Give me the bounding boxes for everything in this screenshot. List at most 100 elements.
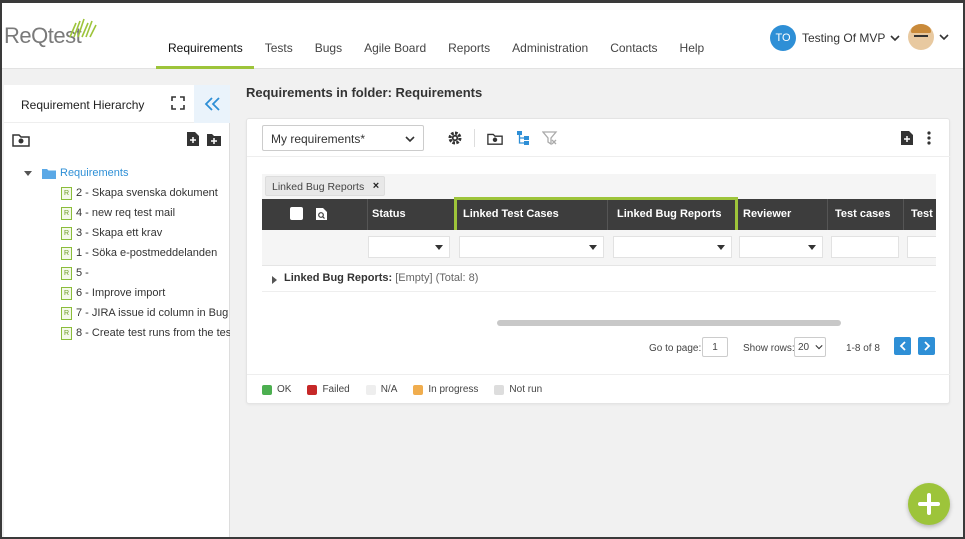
project-switcher[interactable]: TO Testing Of MVP <box>770 25 900 51</box>
tree-item-label: 1 - Söka e-postmeddelanden <box>76 247 218 259</box>
caret-down-icon[interactable] <box>24 169 32 177</box>
go-to-page-label: Go to page: <box>649 343 702 354</box>
next-page-button[interactable] <box>918 337 935 355</box>
tree-item[interactable]: R 5 - <box>24 263 230 283</box>
select-all-checkbox[interactable] <box>290 207 303 220</box>
nav-administration[interactable]: Administration <box>501 3 599 69</box>
column-status[interactable]: Status <box>365 199 456 230</box>
panel-title: Requirement Hierarchy <box>21 98 145 112</box>
legend-swatch <box>365 384 376 395</box>
nav-agile-board[interactable]: Agile Board <box>353 3 437 69</box>
show-rows-label: Show rows: <box>743 343 795 354</box>
tree-item-label: 6 - Improve import <box>76 287 166 299</box>
linked-test-cases-filter[interactable] <box>459 236 604 258</box>
view-select[interactable]: My requirements* <box>262 125 424 151</box>
tree-item[interactable]: R 6 - Improve import <box>24 283 230 303</box>
requirement-icon: R <box>61 286 72 300</box>
legend-swatch <box>494 384 505 395</box>
expand-icon[interactable] <box>170 95 186 111</box>
nav-help[interactable]: Help <box>669 3 716 69</box>
more-vertical-icon[interactable] <box>921 130 937 146</box>
nav-contacts[interactable]: Contacts <box>599 3 668 69</box>
app-window: ReQtest Requirements Tests Bugs Agile Bo… <box>0 0 965 539</box>
legend-ok: OK <box>262 384 291 395</box>
group-total: (Total: 8) <box>435 272 479 284</box>
user-menu[interactable] <box>908 24 949 50</box>
legend-label: In progress <box>428 384 479 395</box>
test-cases-filter[interactable] <box>831 236 899 258</box>
add-folder-icon[interactable] <box>206 131 222 147</box>
previous-page-button[interactable] <box>894 337 911 355</box>
requirement-icon: R <box>61 226 72 240</box>
legend-in-progress: In progress <box>413 384 478 395</box>
linked-bug-reports-filter[interactable] <box>613 236 732 258</box>
requirement-tree: Requirements R 2 - Skapa svenska dokument… <box>24 163 230 343</box>
chevron-down-icon <box>815 345 823 350</box>
gear-icon[interactable] <box>447 130 463 146</box>
logo-mark-icon <box>69 18 97 38</box>
select-column <box>262 199 368 230</box>
tree-item[interactable]: R 8 - Create test runs from the test case <box>24 323 230 343</box>
add-document-icon[interactable] <box>186 131 200 147</box>
grid-header: Status Linked Test Cases Linked Bug Repo… <box>262 199 936 230</box>
status-legend: OK Failed N/A In progress Not run <box>247 374 951 404</box>
project-name: Testing Of MVP <box>802 31 886 45</box>
pagination: Go to page: 1 Show rows: 20 1-8 of 8 <box>247 333 951 363</box>
view-select-value: My requirements <box>271 132 361 146</box>
add-button[interactable] <box>908 483 950 525</box>
collapse-panel-button[interactable] <box>194 85 230 123</box>
tree-item[interactable]: R 4 - new req test mail <box>24 203 230 223</box>
status-filter[interactable] <box>368 236 450 258</box>
requirement-icon: R <box>61 306 72 320</box>
requirement-icon: R <box>61 246 72 260</box>
column-reviewer[interactable]: Reviewer <box>736 199 828 230</box>
rows-per-page-select[interactable]: 20 <box>794 337 826 357</box>
caret-right-icon[interactable] <box>272 276 277 284</box>
tree-item[interactable]: R 2 - Skapa svenska dokument <box>24 183 230 203</box>
column-test-runs[interactable]: Test r <box>904 199 936 230</box>
tree-item[interactable]: R 1 - Söka e-postmeddelanden <box>24 243 230 263</box>
page-range: 1-8 of 8 <box>846 343 880 354</box>
requirement-icon: R <box>61 326 72 340</box>
legend-label: N/A <box>380 384 398 395</box>
rows-per-page-value: 20 <box>798 342 810 353</box>
group-chip[interactable]: Linked Bug Reports × <box>265 176 386 196</box>
nav-tests[interactable]: Tests <box>254 3 304 69</box>
chevron-down-icon <box>890 35 900 42</box>
user-avatar <box>908 24 934 50</box>
folder-settings-icon[interactable] <box>12 131 30 147</box>
nav-bugs[interactable]: Bugs <box>304 3 353 69</box>
tree-root[interactable]: Requirements <box>24 163 230 183</box>
tree-item-label: 5 - <box>76 267 89 279</box>
column-test-cases[interactable]: Test cases <box>828 199 904 230</box>
requirement-icon: R <box>61 206 72 220</box>
hierarchy-icon[interactable] <box>515 130 531 146</box>
nav-requirements[interactable]: Requirements <box>156 3 254 69</box>
column-linked-test-cases[interactable]: Linked Test Cases <box>456 199 608 230</box>
horizontal-scrollbar[interactable] <box>497 320 841 326</box>
tree-item-label: 3 - Skapa ett krav <box>76 227 163 239</box>
close-icon[interactable]: × <box>373 180 379 192</box>
legend-na: N/A <box>365 384 398 395</box>
group-value: [Empty] <box>395 272 433 284</box>
nav-reports[interactable]: Reports <box>437 3 501 69</box>
clear-filter-icon[interactable] <box>542 130 558 146</box>
double-chevron-left-icon <box>204 97 220 111</box>
folder-settings-icon[interactable] <box>487 130 503 146</box>
tree-item[interactable]: R 7 - JIRA issue id column in Bug grid <box>24 303 230 323</box>
group-field: Linked Bug Reports: <box>284 272 393 284</box>
chevron-down-icon <box>405 136 415 143</box>
plus-icon <box>918 493 940 515</box>
page-input[interactable]: 1 <box>702 337 728 357</box>
column-linked-bug-reports[interactable]: Linked Bug Reports <box>610 199 738 230</box>
legend-swatch <box>413 384 424 395</box>
group-row[interactable]: Linked Bug Reports: [Empty] (Total: 8) <box>262 267 936 292</box>
filter-row <box>262 230 936 266</box>
project-avatar: TO <box>770 25 796 51</box>
search-document-icon[interactable] <box>315 207 328 221</box>
reviewer-filter[interactable] <box>739 236 823 258</box>
add-document-icon[interactable] <box>899 130 915 146</box>
test-runs-filter[interactable] <box>907 236 936 258</box>
tree-item[interactable]: R 3 - Skapa ett krav <box>24 223 230 243</box>
panel-header: Requirement Hierarchy <box>4 85 230 123</box>
